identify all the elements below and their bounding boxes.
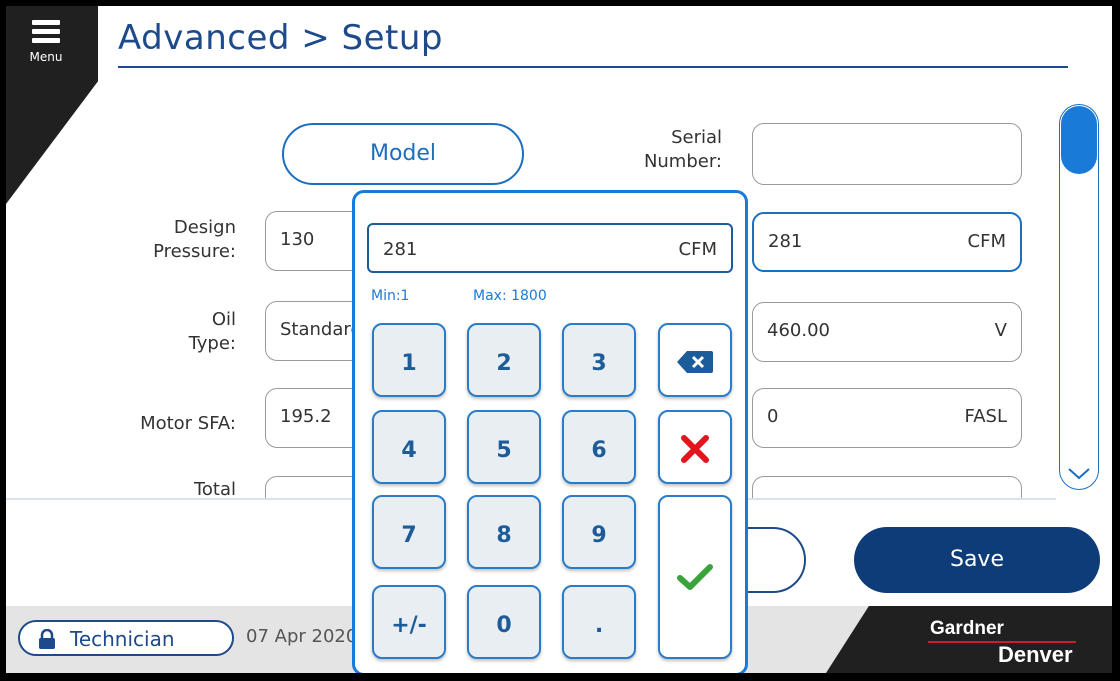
page-title: Advanced > Setup [118,18,444,58]
close-icon [681,435,709,463]
brand-logo-line1: Gardner [930,618,1004,639]
checkmark-icon [677,564,713,590]
model-button[interactable]: Model [282,123,524,185]
key-plus-minus[interactable]: +/- [372,585,446,659]
user-level-badge[interactable]: Technician [18,620,234,656]
backspace-button[interactable] [658,323,732,397]
status-date: 07 Apr 2020 [246,626,358,647]
keypad-min-label: Min:1 [371,288,410,304]
serial-number-label: Serial Number: [643,127,722,172]
design-pressure-label: Design Pressure: [153,217,236,262]
key-3[interactable]: 3 [562,323,636,397]
key-2[interactable]: 2 [467,323,541,397]
brand-logo-line2: Denver [998,642,1073,667]
keypad-max-label: Max: 1800 [473,288,547,304]
motor-sfa-label: Motor SFA: [140,413,236,434]
backspace-icon [677,351,713,373]
chevron-down-icon[interactable] [1067,466,1091,485]
flow-field[interactable]: 281 CFM [752,212,1022,272]
voltage-field[interactable]: 460.00 V [752,302,1022,362]
key-4[interactable]: 4 [372,410,446,484]
confirm-button[interactable] [658,495,732,659]
key-8[interactable]: 8 [467,495,541,569]
keypad-display[interactable]: 281 CFM [367,223,733,273]
lock-icon [39,629,55,649]
oil-type-label: Oil Type: [188,309,236,354]
hamburger-icon [32,20,60,47]
save-button[interactable]: Save [854,527,1100,593]
clear-button[interactable] [658,410,732,484]
scrollbar-thumb[interactable] [1061,106,1097,174]
title-underline [118,66,1068,68]
key-7[interactable]: 7 [372,495,446,569]
numeric-keypad: 281 CFM Min:1 Max: 1800 1 2 3 4 5 6 7 8 … [352,190,748,673]
key-1[interactable]: 1 [372,323,446,397]
user-level-label: Technician [70,627,175,651]
altitude-field[interactable]: 0 FASL [752,388,1022,448]
key-decimal[interactable]: . [562,585,636,659]
menu-button[interactable]: Menu [6,6,86,78]
serial-number-field[interactable] [752,123,1022,185]
key-6[interactable]: 6 [562,410,636,484]
key-9[interactable]: 9 [562,495,636,569]
key-0[interactable]: 0 [467,585,541,659]
key-5[interactable]: 5 [467,410,541,484]
screen: Menu Advanced > Setup Model Serial Numbe… [6,6,1112,673]
menu-label: Menu [29,50,63,64]
